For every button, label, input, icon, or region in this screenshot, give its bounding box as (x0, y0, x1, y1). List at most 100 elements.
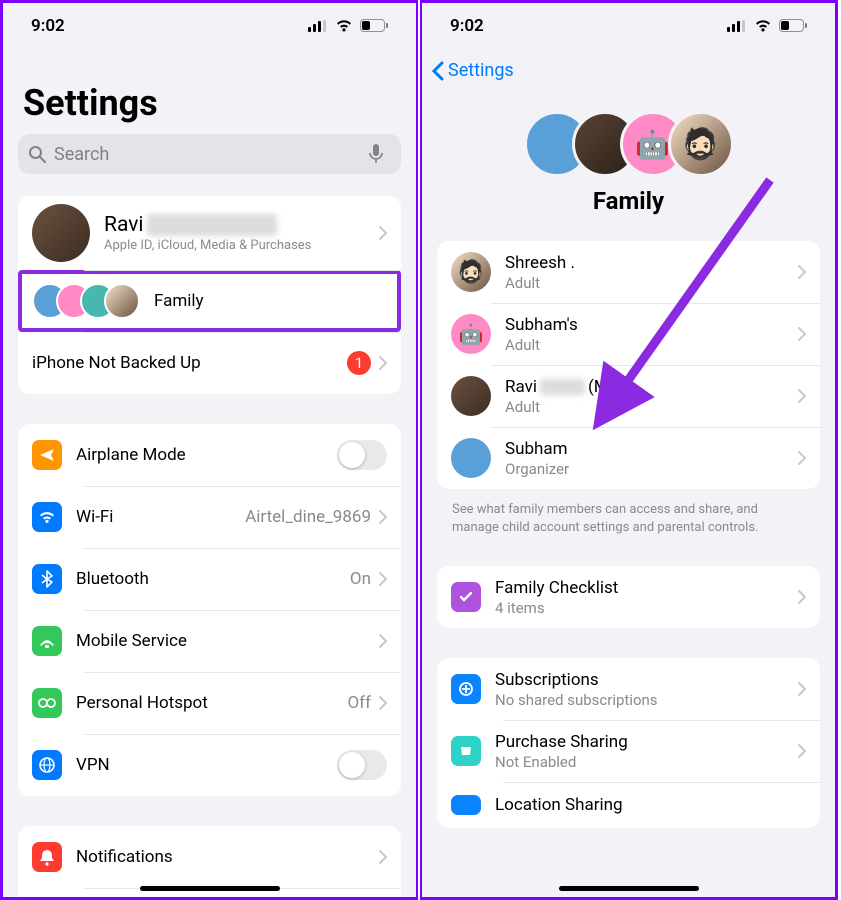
family-screen: 9:02 Settings 🤖 🧔🏻 Family 🧔🏻 Shreesh . (420, 0, 838, 900)
status-bar: 9:02 (422, 3, 835, 48)
checklist-card: Family Checklist 4 items (437, 566, 820, 628)
row-label: Notifications (76, 847, 375, 867)
purchase-sharing-row[interactable]: Purchase Sharing Not Enabled (437, 720, 820, 782)
settings-screen: 9:02 Settings Search Ravi (0, 0, 418, 900)
family-avatars (32, 283, 140, 319)
wifi-row[interactable]: Wi-Fi Airtel_dine_9869 (18, 486, 401, 548)
member-name: Subham's (505, 315, 794, 335)
chevron-right-icon (798, 327, 806, 341)
avatar (451, 438, 491, 478)
chevron-right-icon (798, 682, 806, 696)
purchase-sharing-icon (451, 736, 481, 766)
cellular-icon (727, 20, 747, 32)
toggle[interactable] (337, 440, 387, 470)
airplane-mode-row[interactable]: Airplane Mode (18, 424, 401, 486)
back-label: Settings (448, 60, 514, 81)
back-button[interactable]: Settings (422, 48, 835, 81)
member-role: Adult (505, 336, 794, 354)
cellular-icon (32, 626, 62, 656)
member-row-me[interactable]: Ravi (Me) Adult (437, 365, 820, 427)
cellular-icon (308, 20, 328, 32)
search-input[interactable]: Search (18, 134, 401, 174)
family-label: Family (154, 291, 204, 311)
row-value: Off (347, 693, 371, 713)
bluetooth-row[interactable]: Bluetooth On (18, 548, 401, 610)
dictate-icon[interactable] (369, 144, 383, 164)
chevron-right-icon (798, 590, 806, 604)
account-subtitle: Apple ID, iCloud, Media & Purchases (104, 238, 375, 253)
subscriptions-icon (451, 674, 481, 704)
row-label: Wi-Fi (76, 507, 245, 527)
member-name-suffix: (Me) (588, 377, 624, 397)
member-name: Subham (505, 439, 794, 459)
page-title: Settings (23, 82, 416, 124)
location-sharing-row[interactable]: Location Sharing (437, 782, 820, 828)
chevron-right-icon (798, 451, 806, 465)
member-role: Adult (505, 398, 794, 416)
family-hero-avatars: 🤖 🧔🏻 (422, 111, 835, 177)
row-sub: No shared subscriptions (495, 691, 794, 709)
chevron-right-icon (379, 850, 387, 864)
row-label: Location Sharing (495, 795, 806, 815)
battery-icon (779, 19, 807, 32)
chevron-left-icon (432, 61, 444, 81)
avatar (451, 376, 491, 416)
redacted-text (147, 214, 277, 236)
backup-warning-row[interactable]: iPhone Not Backed Up 1 (18, 332, 401, 394)
row-label: Family Checklist (495, 578, 794, 598)
search-icon (28, 145, 46, 163)
member-name: Shreesh . (505, 253, 794, 273)
battery-icon (360, 19, 388, 32)
avatar (32, 204, 90, 262)
notifications-row[interactable]: Notifications (18, 826, 401, 888)
row-label: Bluetooth (76, 569, 350, 589)
search-placeholder: Search (54, 144, 369, 165)
row-label: VPN (76, 755, 337, 775)
chevron-right-icon (379, 634, 387, 648)
chevron-right-icon (798, 389, 806, 403)
home-indicator[interactable] (559, 886, 699, 891)
hotspot-row[interactable]: Personal Hotspot Off (18, 672, 401, 734)
members-card: 🧔🏻 Shreesh . Adult 🤖 Subham's Adult (437, 241, 820, 489)
wifi-icon (335, 19, 353, 32)
family-checklist-row[interactable]: Family Checklist 4 items (437, 566, 820, 628)
badge: 1 (347, 351, 371, 375)
member-row[interactable]: 🤖 Subham's Adult (437, 303, 820, 365)
page-title: Family (422, 187, 835, 215)
row-value: On (350, 569, 371, 589)
row-label: Mobile Service (76, 631, 375, 651)
avatar: 🧔🏻 (668, 111, 734, 177)
airplane-icon (32, 440, 62, 470)
hotspot-icon (32, 688, 62, 718)
member-row[interactable]: 🧔🏻 Shreesh . Adult (437, 241, 820, 303)
mobile-service-row[interactable]: Mobile Service (18, 610, 401, 672)
account-name: Ravi (104, 213, 144, 237)
connectivity-card: Airplane Mode Wi-Fi Airtel_dine_9869 Blu… (18, 424, 401, 796)
row-sub: Not Enabled (495, 753, 794, 771)
apple-id-row[interactable]: Ravi Apple ID, iCloud, Media & Purchases (18, 196, 401, 270)
status-time: 9:02 (450, 16, 484, 36)
row-label: Purchase Sharing (495, 732, 794, 752)
location-icon (451, 795, 481, 815)
row-label: Subscriptions (495, 670, 794, 690)
wifi-icon (32, 502, 62, 532)
avatar: 🧔🏻 (451, 252, 491, 292)
row-sub: 4 items (495, 599, 794, 617)
chevron-right-icon (379, 356, 387, 370)
bluetooth-icon (32, 564, 62, 594)
family-row[interactable]: Family (18, 270, 401, 332)
member-row[interactable]: Subham Organizer (437, 427, 820, 489)
vpn-row[interactable]: VPN (18, 734, 401, 796)
toggle[interactable] (337, 750, 387, 780)
vpn-icon (32, 750, 62, 780)
subscriptions-row[interactable]: Subscriptions No shared subscriptions (437, 658, 820, 720)
member-name-prefix: Ravi (505, 377, 537, 397)
chevron-right-icon (379, 510, 387, 524)
wifi-icon (754, 19, 772, 32)
backup-label: iPhone Not Backed Up (32, 353, 347, 373)
status-bar: 9:02 (3, 3, 416, 48)
home-indicator[interactable] (140, 886, 280, 891)
services-card: Subscriptions No shared subscriptions Pu… (437, 658, 820, 828)
chevron-right-icon (798, 265, 806, 279)
account-card: Ravi Apple ID, iCloud, Media & Purchases… (18, 196, 401, 394)
